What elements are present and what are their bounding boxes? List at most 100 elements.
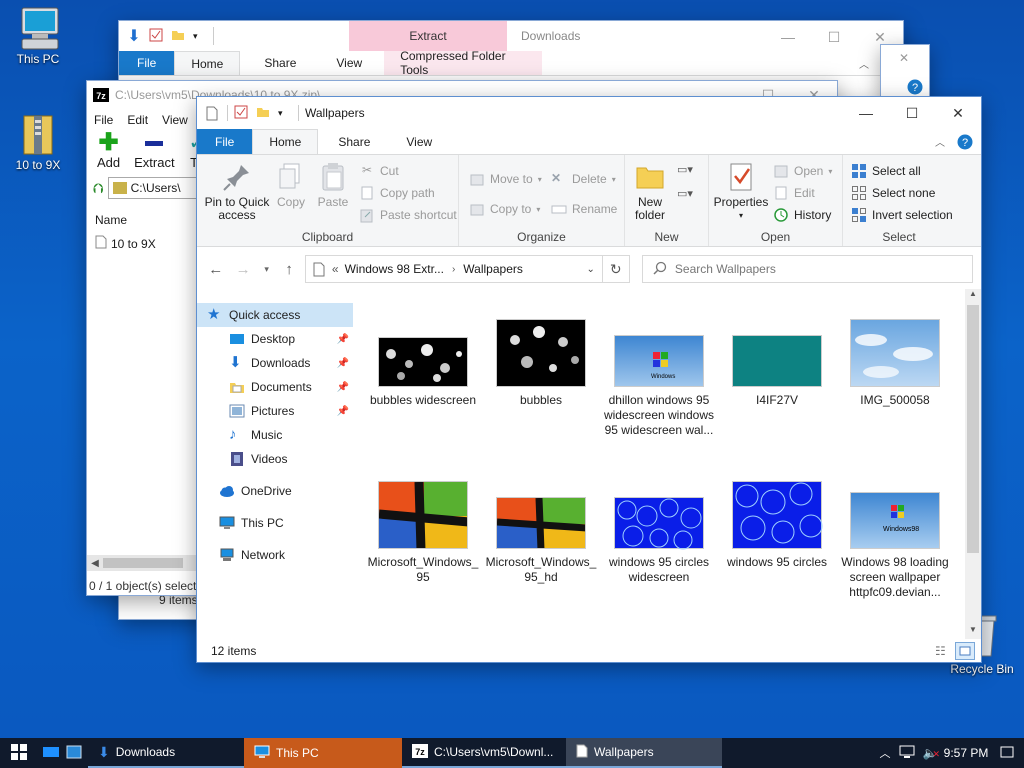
nav-pictures[interactable]: Pictures 📌 [197, 399, 353, 423]
select-none-button[interactable]: Select none [851, 185, 935, 201]
help-icon[interactable]: ? [957, 129, 981, 154]
scroll-up-icon[interactable]: ▲ [965, 289, 981, 303]
vertical-scrollbar[interactable]: ▲ ▼ [965, 289, 981, 639]
customize-qat-icon[interactable]: ▾ [193, 31, 207, 42]
this-pc-window-edge[interactable]: ✕ ? [880, 44, 930, 104]
overflow-chevron-icon[interactable]: « [332, 262, 339, 276]
rename-button[interactable]: Rename [551, 201, 617, 217]
customize-qat-icon[interactable]: ▾ [278, 108, 292, 119]
back-arrow-icon[interactable]: ← [205, 261, 226, 278]
tab-view[interactable]: View [320, 51, 378, 75]
taskbar-item-downloads[interactable]: ⬇ Downloads [88, 738, 244, 768]
nav-this-pc[interactable]: This PC [197, 511, 353, 535]
nav-music[interactable]: ♪ Music [197, 423, 353, 447]
large-icons-view-icon[interactable] [955, 642, 975, 660]
nav-onedrive[interactable]: OneDrive [197, 479, 353, 503]
maximize-button[interactable]: ☐ [889, 97, 935, 129]
properties-icon[interactable] [149, 28, 171, 45]
context-tab-extract[interactable]: Extract [349, 21, 507, 51]
forward-arrow-icon[interactable]: → [232, 261, 253, 278]
breadcrumb-current[interactable]: Wallpapers [463, 262, 523, 276]
taskbar-item-wallpapers[interactable]: Wallpapers [566, 738, 722, 768]
nav-documents[interactable]: Documents 📌 [197, 375, 353, 399]
file-item[interactable]: Windows98 Windows 98 loading screen wall… [839, 492, 951, 600]
properties-button[interactable]: Properties ▾ [713, 161, 769, 222]
file-item[interactable]: bubbles [485, 319, 597, 408]
up-folder-icon[interactable]: ⮉ [93, 180, 104, 197]
copy-path-button[interactable]: Copy path [359, 185, 435, 201]
pin-to-quick-access-button[interactable]: Pin to Quick access [201, 161, 273, 222]
tab-home[interactable]: Home [174, 51, 241, 75]
paste-button[interactable]: Paste [315, 161, 351, 209]
tab-file[interactable]: File [119, 51, 175, 75]
copy-button[interactable]: Copy [273, 161, 309, 209]
list-item[interactable]: 10 to 9X [95, 235, 156, 252]
copy-to-button[interactable]: Copy to ▾ [469, 201, 540, 217]
open-button[interactable]: Open ▾ [773, 163, 832, 179]
delete-button[interactable]: ✕ Delete ▾ [551, 171, 616, 187]
new-folder-icon[interactable] [256, 105, 278, 122]
address-bar[interactable]: « Windows 98 Extr... › Wallpapers ⌄ [304, 255, 603, 283]
maximize-button[interactable]: ☐ [811, 21, 857, 53]
task-view-button[interactable] [38, 738, 64, 768]
document-icon[interactable] [197, 106, 227, 121]
pin-icon[interactable]: 📌 [337, 358, 349, 369]
add-button[interactable]: ✚ Add [97, 131, 120, 175]
breadcrumb-parent[interactable]: Windows 98 Extr... [345, 262, 444, 276]
pin-icon[interactable]: 📌 [337, 334, 349, 345]
details-view-icon[interactable]: ☷ [935, 644, 955, 658]
tab-share[interactable]: Share [240, 51, 320, 75]
nav-quick-access[interactable]: ★ Quick access [197, 303, 353, 327]
nav-downloads[interactable]: ⬇ Downloads 📌 [197, 351, 353, 375]
quick-access-down-icon[interactable]: ⬇ [119, 26, 149, 46]
ribbon-collapse-icon[interactable]: ︿ [935, 129, 957, 154]
close-button[interactable]: ✕ [935, 97, 981, 129]
edit-button[interactable]: Edit [773, 185, 815, 201]
easy-access-icon[interactable]: ▭▾ [677, 187, 693, 200]
file-item[interactable]: bubbles widescreen [367, 337, 479, 408]
nav-videos[interactable]: Videos [197, 447, 353, 471]
select-all-button[interactable]: Select all [851, 163, 921, 179]
new-folder-button[interactable]: New folder [629, 161, 671, 222]
column-header-name[interactable]: Name [95, 213, 127, 227]
menu-file[interactable]: File [94, 113, 113, 127]
folder-icon[interactable] [171, 28, 193, 45]
nav-desktop[interactable]: Desktop 📌 [197, 327, 353, 351]
show-desktop-button[interactable] [64, 738, 88, 768]
refresh-button[interactable]: ↻ [602, 255, 630, 283]
file-item[interactable]: I4IF27V [721, 335, 833, 408]
file-item[interactable]: Windows dhillon windows 95 widescreen wi… [603, 335, 715, 438]
search-box[interactable]: Search Wallpapers [641, 255, 973, 283]
network-status-icon[interactable] [896, 745, 918, 762]
recent-locations-icon[interactable]: ▾ [260, 264, 274, 275]
horizontal-scrollbar[interactable]: ◀ [87, 555, 199, 571]
explorer-window[interactable]: ▾ Wallpapers — ☐ ✕ File Home Share View … [196, 96, 982, 663]
extract-button[interactable]: Extract [134, 131, 175, 175]
menu-view[interactable]: View [162, 113, 188, 127]
clock[interactable]: 9:57 PM [942, 746, 990, 760]
desktop-icon-this-pc[interactable]: This PC [6, 6, 70, 66]
ribbon-collapse-icon[interactable]: ︿ [859, 51, 881, 75]
cut-button[interactable]: ✂ Cut [359, 163, 399, 179]
invert-selection-button[interactable]: Invert selection [851, 207, 953, 223]
tab-file[interactable]: File [197, 129, 253, 154]
taskbar-item-this-pc[interactable]: This PC [244, 738, 402, 768]
address-dropdown-icon[interactable]: ⌄ [580, 264, 602, 275]
paste-shortcut-button[interactable]: Paste shortcut [359, 207, 457, 223]
move-to-button[interactable]: Move to ▾ [469, 171, 542, 187]
volume-muted-icon[interactable]: 🔈 ✕ [918, 746, 942, 760]
file-item[interactable]: Microsoft_Windows_95_hd [485, 497, 597, 585]
file-item[interactable]: windows 95 circles widescreen [603, 497, 715, 585]
close-button[interactable]: ✕ [899, 51, 909, 65]
new-item-icon[interactable]: ▭▾ [677, 163, 693, 176]
minimize-button[interactable]: — [843, 97, 889, 129]
tab-view[interactable]: View [390, 129, 448, 154]
start-button[interactable] [0, 738, 38, 768]
properties-icon[interactable] [234, 105, 256, 122]
file-item[interactable]: Microsoft_Windows_95 [367, 481, 479, 585]
taskbar-item-sevenzip[interactable]: 7z C:\Users\vm5\Downl... [402, 738, 566, 768]
scroll-down-icon[interactable]: ▼ [965, 625, 981, 639]
nav-network[interactable]: Network [197, 543, 353, 567]
up-arrow-icon[interactable]: ↑ [279, 261, 298, 278]
history-button[interactable]: History [773, 207, 831, 223]
